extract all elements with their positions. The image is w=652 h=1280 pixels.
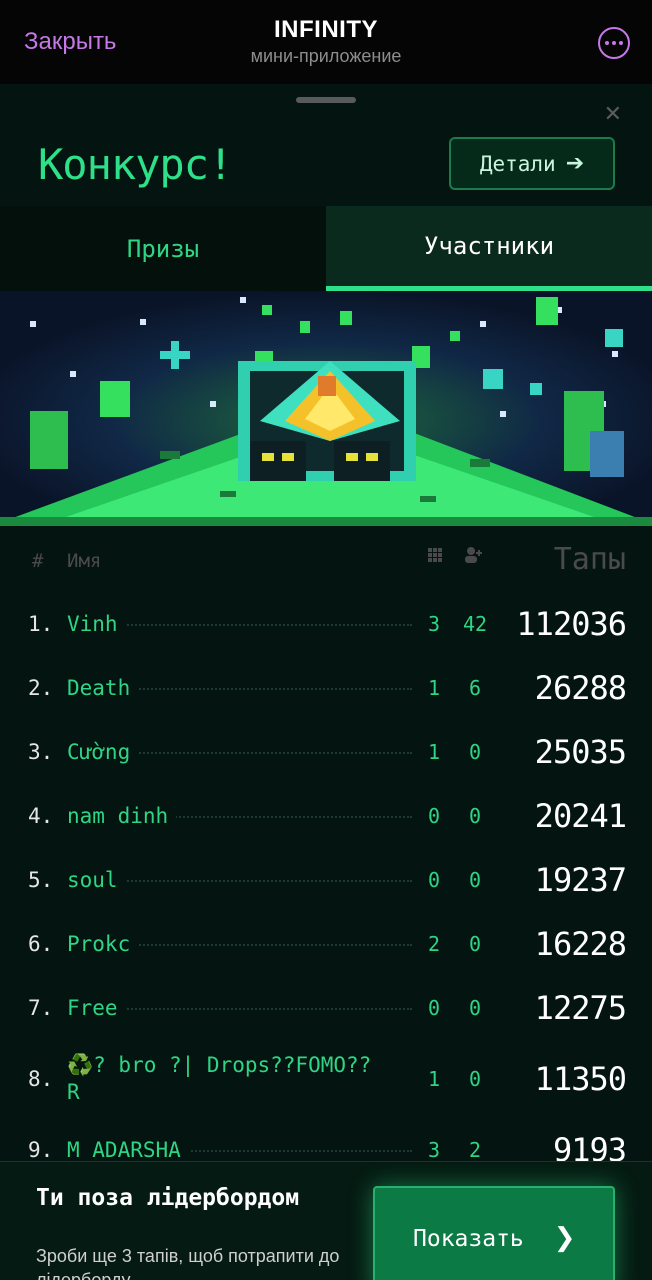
drag-handle[interactable] — [296, 97, 356, 103]
app-subtitle: мини-приложение — [250, 46, 402, 66]
outside-leaderboard-panel: Ти поза лідербордом Зроби ще 3 тапів, що… — [0, 1161, 652, 1280]
contest-title: Конкурс! — [38, 140, 233, 189]
grid-count: 1 — [427, 1067, 441, 1091]
player-name: M ADARSHA — [67, 1136, 189, 1164]
grid-count: 3 — [427, 1138, 441, 1162]
table-row[interactable]: 5. soul 0 0 19237 — [0, 848, 652, 912]
player-name: Prokc — [67, 930, 139, 958]
taps-count: 112036 — [516, 605, 627, 643]
grid-count: 3 — [427, 612, 441, 636]
referral-count: 0 — [468, 804, 482, 828]
rank: 7. — [28, 996, 54, 1020]
referral-count: 42 — [462, 612, 488, 636]
pixel-art-campfire-illustration — [0, 291, 652, 526]
referral-count: 2 — [468, 1138, 482, 1162]
details-button-label: Детали — [479, 151, 556, 176]
table-row[interactable]: 4. nam dinh 0 0 20241 — [0, 784, 652, 848]
panel-description: Зроби ще 3 тапів, щоб потрапити до лідер… — [36, 1246, 340, 1280]
rank: 6. — [28, 932, 54, 956]
table-row[interactable]: 6. Prokc 2 0 16228 — [0, 912, 652, 976]
taps-count: 12275 — [534, 989, 627, 1027]
grid-count: 0 — [427, 804, 441, 828]
grid-count: 1 — [427, 740, 441, 764]
panel-title: Ти поза лідербордом — [36, 1185, 300, 1211]
ellipsis-circle-icon[interactable] — [598, 27, 630, 59]
referral-count: 6 — [468, 676, 482, 700]
leaderboard-header: # Имя Тапы — [0, 542, 652, 582]
table-row[interactable]: 7. Free 0 0 12275 — [0, 976, 652, 1040]
player-name: nam dinh — [67, 802, 177, 830]
rank: 2. — [28, 676, 54, 700]
rank: 1. — [28, 612, 54, 636]
taps-count: 11350 — [534, 1060, 627, 1098]
rank: 4. — [28, 804, 54, 828]
referral-count: 0 — [468, 932, 482, 956]
details-button[interactable]: Детали ➔ — [449, 137, 615, 190]
tab-participants[interactable]: Участники — [326, 206, 652, 291]
player-name: ♻️? bro ?| Drops??FOMO?? R — [67, 1052, 397, 1106]
grid-count: 1 — [427, 676, 441, 700]
taps-count: 20241 — [534, 797, 627, 835]
grid-count: 2 — [427, 932, 441, 956]
leaderboard-list: 1. Vinh 3 42 112036 2. Death 1 6 26288 3… — [0, 592, 652, 1182]
table-row[interactable]: 2. Death 1 6 26288 — [0, 656, 652, 720]
taps-count: 16228 — [534, 925, 627, 963]
player-name: Death — [67, 674, 139, 702]
show-button[interactable]: Показать ❯ — [373, 1186, 615, 1280]
tab-prizes[interactable]: Призы — [0, 206, 326, 291]
rank: 8. — [28, 1067, 54, 1091]
taps-count: 19237 — [534, 861, 627, 899]
app-title: INFINITY — [274, 16, 378, 43]
grid-count: 0 — [427, 996, 441, 1020]
rank-column-header: # — [32, 550, 44, 572]
player-name: Vinh — [67, 610, 126, 638]
table-row[interactable]: 1. Vinh 3 42 112036 — [0, 592, 652, 656]
referral-count: 0 — [468, 996, 482, 1020]
show-button-label: Показать — [413, 1226, 524, 1252]
contest-sheet: ✕ Конкурс! Детали ➔ Призы Участники # Им… — [0, 84, 652, 1280]
grid-icon — [426, 546, 444, 568]
add-user-icon — [464, 546, 484, 568]
tabs: Призы Участники — [0, 206, 652, 291]
taps-count: 26288 — [534, 669, 627, 707]
taps-count: 25035 — [534, 733, 627, 771]
chevron-right-icon: ❯ — [553, 1223, 576, 1253]
rank: 9. — [28, 1138, 54, 1162]
grid-count: 0 — [427, 868, 441, 892]
referral-count: 0 — [468, 740, 482, 764]
table-row[interactable]: 8. ♻️? bro ?| Drops??FOMO?? R 1 0 11350 — [0, 1040, 652, 1118]
player-name: Cường — [67, 738, 139, 766]
referral-count: 0 — [468, 868, 482, 892]
player-name: Free — [67, 994, 126, 1022]
title-block: INFINITY мини-приложение — [0, 16, 652, 67]
arrow-right-icon: ➔ — [565, 151, 585, 176]
table-row[interactable]: 3. Cường 1 0 25035 — [0, 720, 652, 784]
rank: 3. — [28, 740, 54, 764]
taps-column-header: Тапы — [553, 542, 626, 577]
referral-count: 0 — [468, 1067, 482, 1091]
player-name: soul — [67, 866, 126, 894]
rank: 5. — [28, 868, 54, 892]
name-column-header: Имя — [67, 550, 102, 572]
close-icon[interactable]: ✕ — [604, 102, 622, 127]
telegram-header: Закрыть INFINITY мини-приложение — [0, 0, 652, 84]
